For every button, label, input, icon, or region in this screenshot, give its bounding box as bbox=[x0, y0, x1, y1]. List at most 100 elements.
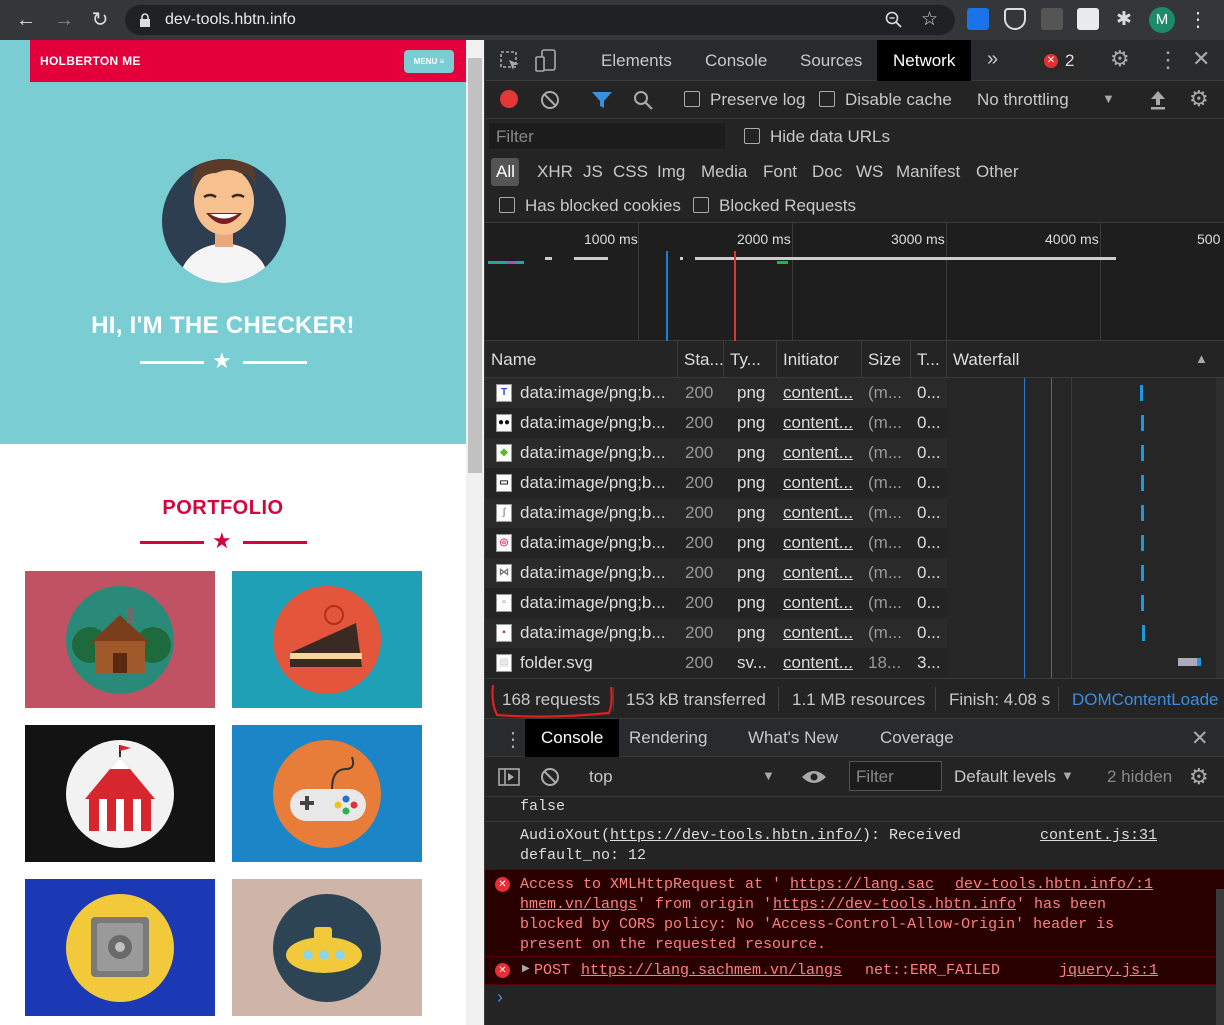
drawer-tab-console[interactable]: Console bbox=[525, 719, 620, 757]
disable-cache-checkbox[interactable] bbox=[819, 91, 835, 107]
column-name[interactable]: Name bbox=[485, 341, 678, 378]
drawer-menu-icon[interactable]: ⋮ bbox=[503, 727, 523, 752]
filter-type-xhr[interactable]: XHR bbox=[537, 162, 573, 182]
filter-type-manifest[interactable]: Manifest bbox=[896, 162, 960, 182]
console-source-link[interactable]: content.js:31 bbox=[1040, 826, 1157, 846]
column-initiator[interactable]: Initiator bbox=[777, 341, 862, 378]
console-source-link[interactable]: jquery.js:1 bbox=[1059, 961, 1158, 981]
console-settings-icon[interactable]: ⚙ bbox=[1189, 764, 1209, 790]
expand-triangle-icon[interactable]: ▶ bbox=[522, 963, 530, 974]
live-expression-eye-icon[interactable] bbox=[801, 769, 827, 785]
portfolio-item-cake[interactable] bbox=[232, 571, 422, 708]
extension-screen-icon[interactable] bbox=[967, 8, 989, 30]
record-icon[interactable] bbox=[500, 90, 518, 108]
filter-input[interactable]: Filter bbox=[489, 123, 725, 149]
request-name[interactable]: folder.svg bbox=[520, 648, 670, 678]
request-row[interactable]: ◎ data:image/png;b... 200 png content... (m..… bbox=[485, 528, 947, 558]
filter-type-font[interactable]: Font bbox=[763, 162, 797, 182]
error-counter[interactable]: ✕ 2 bbox=[1035, 48, 1087, 74]
close-drawer-icon[interactable]: ✕ bbox=[1191, 726, 1209, 751]
request-row[interactable]: ▭ data:image/png;b... 200 png content... (m..… bbox=[485, 468, 947, 498]
drawer-tab-rendering[interactable]: Rendering bbox=[613, 719, 723, 757]
console-link[interactable]: https://dev-tools.hbtn.info bbox=[773, 895, 1016, 915]
console-link[interactable]: https://dev-tools.hbtn.info/ bbox=[610, 826, 862, 846]
filter-type-ws[interactable]: WS bbox=[856, 162, 883, 182]
browser-menu-icon[interactable]: ⋮ bbox=[1186, 8, 1210, 32]
back-icon[interactable]: ← bbox=[14, 8, 38, 32]
log-levels-select[interactable]: Default levels bbox=[954, 767, 1056, 787]
request-initiator[interactable]: content... bbox=[783, 558, 858, 588]
portfolio-item-safe[interactable] bbox=[25, 879, 215, 1016]
clear-icon[interactable] bbox=[540, 90, 560, 110]
filter-type-img[interactable]: Img bbox=[657, 162, 685, 182]
tab-console[interactable]: Console bbox=[689, 40, 783, 81]
preserve-log-checkbox[interactable] bbox=[684, 91, 700, 107]
close-devtools-icon[interactable]: ✕ bbox=[1192, 46, 1210, 72]
zoom-icon[interactable] bbox=[885, 11, 903, 29]
table-scrollbar[interactable] bbox=[1216, 378, 1224, 678]
clear-console-icon[interactable] bbox=[540, 767, 560, 787]
drawer-tab-coverage[interactable]: Coverage bbox=[864, 719, 970, 757]
column-status[interactable]: Sta... bbox=[678, 341, 724, 378]
tab-network[interactable]: Network bbox=[877, 40, 972, 81]
tab-sources[interactable]: Sources bbox=[784, 40, 878, 81]
request-name[interactable]: data:image/png;b... bbox=[520, 588, 670, 618]
request-row[interactable]: ʃ data:image/png;b... 200 png content... (m..… bbox=[485, 498, 947, 528]
console-link[interactable]: hmem.vn/langs bbox=[520, 895, 637, 915]
request-initiator[interactable]: content... bbox=[783, 408, 858, 438]
request-initiator[interactable]: content... bbox=[783, 528, 858, 558]
tab-elements[interactable]: Elements bbox=[585, 40, 688, 81]
forward-icon[interactable]: → bbox=[52, 8, 76, 32]
console-output[interactable]: false AudioXout( https://dev-tools.hbtn.… bbox=[485, 797, 1224, 1025]
context-select[interactable]: top bbox=[589, 767, 613, 787]
request-row[interactable]: ▤ folder.svg 200 sv... content... 18... 3... bbox=[485, 648, 947, 678]
request-row[interactable]: ⋈ data:image/png;b... 200 png content... (m..… bbox=[485, 558, 947, 588]
network-overview[interactable]: 1000 ms 2000 ms 3000 ms 4000 ms 500 bbox=[485, 223, 1224, 341]
site-brand[interactable]: HOLBERTON ME bbox=[40, 54, 141, 68]
portfolio-item-submarine[interactable] bbox=[232, 879, 422, 1016]
settings-gear-icon[interactable]: ⚙ bbox=[1110, 46, 1130, 72]
chevron-down-icon[interactable]: ▼ bbox=[1102, 91, 1115, 106]
extension-incognito-icon[interactable] bbox=[1041, 8, 1063, 30]
request-row[interactable]: ▫ data:image/png;b... 200 png content... (m..… bbox=[485, 588, 947, 618]
filter-type-media[interactable]: Media bbox=[701, 162, 747, 182]
portfolio-item-controller[interactable] bbox=[232, 725, 422, 862]
throttling-select[interactable]: No throttling bbox=[977, 90, 1069, 110]
request-row[interactable]: ◆ data:image/png;b... 200 png content... (m..… bbox=[485, 438, 947, 468]
request-name[interactable]: data:image/png;b... bbox=[520, 408, 670, 438]
hide-data-urls-checkbox[interactable] bbox=[744, 128, 760, 144]
request-name[interactable]: data:image/png;b... bbox=[520, 378, 670, 408]
chevron-down-icon[interactable]: ▼ bbox=[1061, 768, 1074, 783]
devtools-menu-icon[interactable]: ⋮ bbox=[1157, 47, 1179, 73]
filter-funnel-icon[interactable] bbox=[591, 91, 613, 109]
request-name[interactable]: data:image/png;b... bbox=[520, 468, 670, 498]
column-time[interactable]: T... bbox=[911, 341, 947, 378]
request-initiator[interactable]: content... bbox=[783, 378, 858, 408]
device-toolbar-icon[interactable] bbox=[535, 49, 557, 73]
import-har-icon[interactable] bbox=[1149, 89, 1167, 111]
inspect-element-icon[interactable] bbox=[499, 50, 521, 72]
menu-button[interactable]: MENU ≡ bbox=[404, 50, 454, 73]
request-name[interactable]: data:image/png;b... bbox=[520, 558, 670, 588]
request-initiator[interactable]: content... bbox=[783, 468, 858, 498]
request-row[interactable]: ●● data:image/png;b... 200 png content... (m.… bbox=[485, 408, 947, 438]
column-waterfall[interactable]: Waterfall bbox=[947, 341, 1224, 378]
request-name[interactable]: data:image/png;b... bbox=[520, 438, 670, 468]
has-blocked-cookies-checkbox[interactable] bbox=[499, 197, 515, 213]
request-name[interactable]: data:image/png;b... bbox=[520, 528, 670, 558]
extension-speaker-icon[interactable] bbox=[1077, 8, 1099, 30]
console-prompt[interactable]: › bbox=[497, 987, 503, 1008]
column-size[interactable]: Size bbox=[862, 341, 911, 378]
bookmark-star-icon[interactable]: ☆ bbox=[921, 8, 938, 31]
filter-type-js[interactable]: JS bbox=[583, 162, 603, 182]
page-scrollbar-thumb[interactable] bbox=[468, 58, 482, 473]
filter-type-all[interactable]: All bbox=[496, 162, 515, 182]
column-type[interactable]: Ty... bbox=[724, 341, 777, 378]
request-initiator[interactable]: content... bbox=[783, 498, 858, 528]
pocket-icon[interactable] bbox=[1004, 8, 1026, 30]
console-link[interactable]: https://lang.sachmem.vn/langs bbox=[581, 961, 842, 981]
request-row[interactable]: Tdata:image/png;b... 200 png content... (m..… bbox=[485, 378, 947, 408]
request-initiator[interactable]: content... bbox=[783, 588, 858, 618]
address-bar[interactable]: dev-tools.hbtn.info ☆ bbox=[125, 5, 955, 35]
network-settings-icon[interactable]: ⚙ bbox=[1189, 86, 1209, 112]
